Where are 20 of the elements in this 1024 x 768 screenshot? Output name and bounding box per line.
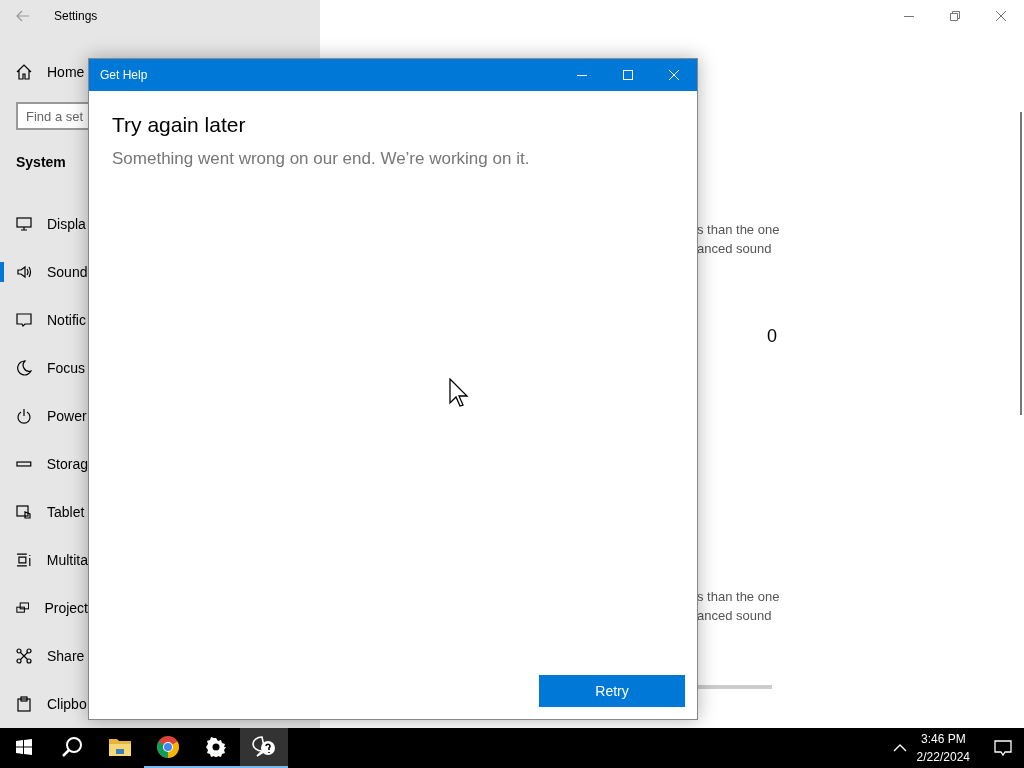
- error-message: Something went wrong on our end. We’re working on it.: [112, 149, 531, 169]
- sidebar-label: Sound: [47, 264, 88, 280]
- value-text: 0: [766, 326, 778, 347]
- sidebar-label: Storag: [46, 456, 88, 472]
- sidebar-label: Displa: [47, 216, 86, 232]
- section-heading: System: [16, 154, 66, 170]
- error-heading: Try again later: [112, 113, 247, 137]
- home-label: Home: [47, 64, 85, 81]
- sidebar-label: Tablet: [47, 504, 85, 520]
- window-title: Settings: [54, 8, 98, 23]
- sidebar-label: Clipbo: [47, 696, 87, 712]
- sidebar-label: Power: [47, 408, 87, 424]
- sidebar-label: Project: [44, 600, 88, 616]
- sidebar-label: Share: [47, 648, 85, 664]
- sidebar-label: Focus: [47, 360, 86, 376]
- dialog-title: Get Help: [100, 68, 149, 82]
- description-text: s than the one anced sound: [697, 221, 781, 258]
- sidebar-label: Notific: [47, 312, 86, 328]
- description-text: s than the one anced sound: [697, 588, 781, 625]
- sidebar-label: Multita: [46, 552, 88, 568]
